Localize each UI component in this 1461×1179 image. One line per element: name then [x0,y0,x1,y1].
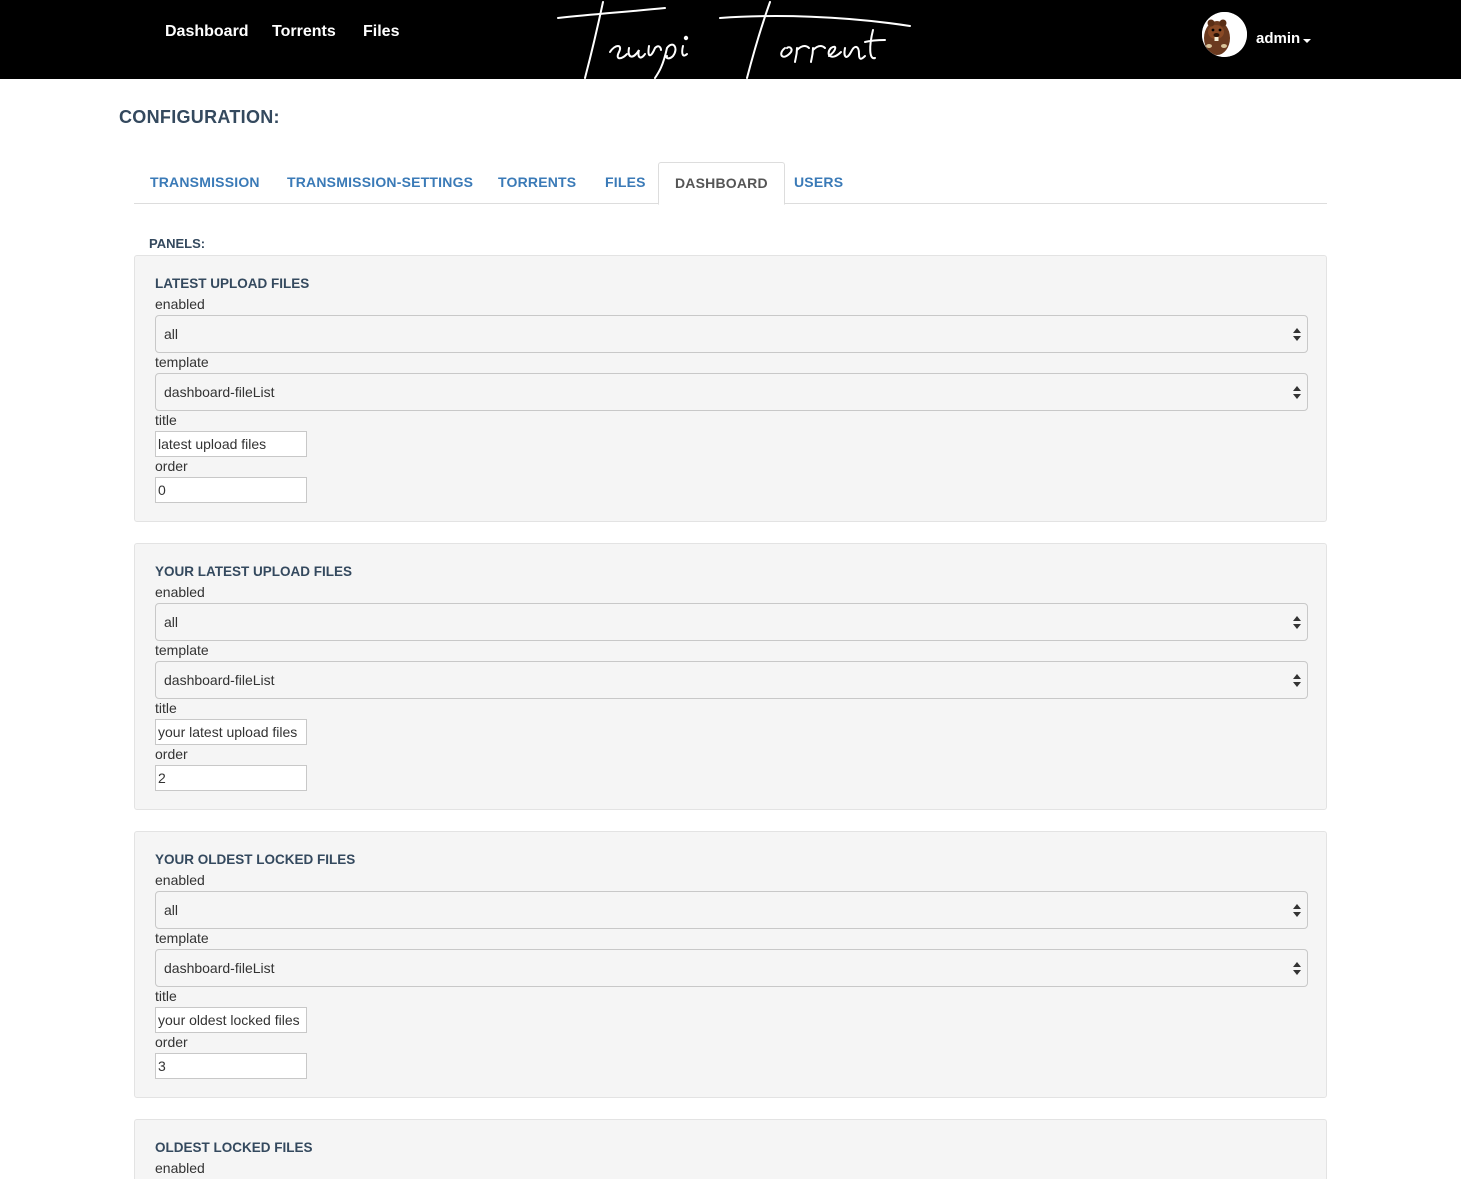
enabled-label: enabled [155,296,205,312]
enabled-select[interactable]: all [155,603,1308,641]
tab-files[interactable]: FILES [589,162,662,204]
nav-link-files[interactable]: Files [363,22,399,42]
tab-transmission[interactable]: TRANSMISSION [134,162,276,204]
title-input[interactable]: your oldest locked files [155,1007,307,1033]
order-input[interactable]: 2 [155,765,307,791]
select-arrows-icon [1293,386,1301,400]
select-arrows-icon [1293,674,1301,688]
title-label: title [155,412,177,428]
tab-torrents[interactable]: TORRENTS [482,162,592,204]
title-input[interactable]: your latest upload files [155,719,307,745]
order-label: order [155,746,188,762]
panel-oldest-locked-files: OLDEST LOCKED FILES enabled [134,1119,1327,1179]
select-arrows-icon [1293,616,1301,630]
enabled-select[interactable]: all [155,315,1308,353]
beaver-avatar-icon [1202,12,1247,57]
enabled-label: enabled [155,1160,205,1176]
panel-your-oldest-locked-files: YOUR OLDEST LOCKED FILES enabled all tem… [134,831,1327,1098]
select-arrows-icon [1293,904,1301,918]
select-arrows-icon [1293,328,1301,342]
title-label: title [155,700,177,716]
user-avatar[interactable] [1202,12,1247,57]
template-select[interactable]: dashboard-fileList [155,373,1308,411]
config-tabs: TRANSMISSION TRANSMISSION-SETTINGS TORRE… [134,162,1327,205]
tab-dashboard[interactable]: DASHBOARD [658,162,785,205]
enabled-select-value: all [164,902,179,918]
title-label: title [155,988,177,1004]
brand-logo[interactable] [555,0,915,79]
enabled-select-value: all [164,614,179,630]
template-label: template [155,642,209,658]
enabled-label: enabled [155,872,205,888]
template-select[interactable]: dashboard-fileList [155,949,1308,987]
template-label: template [155,930,209,946]
nav-link-dashboard[interactable]: Dashboard [165,22,249,42]
title-input[interactable]: latest upload files [155,431,307,457]
panel-your-latest-upload-files: YOUR LATEST UPLOAD FILES enabled all tem… [134,543,1327,810]
template-select-value: dashboard-fileList [164,384,275,400]
enabled-select[interactable]: all [155,891,1308,929]
template-select-value: dashboard-fileList [164,672,275,688]
top-navbar: Dashboard Torrents Files admin [0,0,1461,79]
template-select-value: dashboard-fileList [164,960,275,976]
order-label: order [155,1034,188,1050]
select-arrows-icon [1293,962,1301,976]
panel-title: YOUR OLDEST LOCKED FILES [155,852,356,867]
order-input[interactable]: 0 [155,477,307,503]
panel-title: OLDEST LOCKED FILES [155,1140,313,1155]
user-menu-name[interactable]: admin [1256,30,1300,48]
tab-users[interactable]: USERS [778,162,859,204]
template-label: template [155,354,209,370]
nav-link-torrents[interactable]: Torrents [272,22,336,42]
brand-logo-script [557,1,911,79]
user-menu-caret-icon[interactable] [1303,39,1311,43]
template-select[interactable]: dashboard-fileList [155,661,1308,699]
order-input[interactable]: 3 [155,1053,307,1079]
panel-title: LATEST UPLOAD FILES [155,276,310,291]
panel-title: YOUR LATEST UPLOAD FILES [155,564,353,579]
order-label: order [155,458,188,474]
enabled-select-value: all [164,326,179,342]
tab-transmission-settings[interactable]: TRANSMISSION-SETTINGS [271,162,489,204]
panel-latest-upload-files: LATEST UPLOAD FILES enabled all template… [134,255,1327,522]
page-title: CONFIGURATION: [119,107,280,127]
panels-heading: PANELS: [149,236,206,251]
enabled-label: enabled [155,584,205,600]
